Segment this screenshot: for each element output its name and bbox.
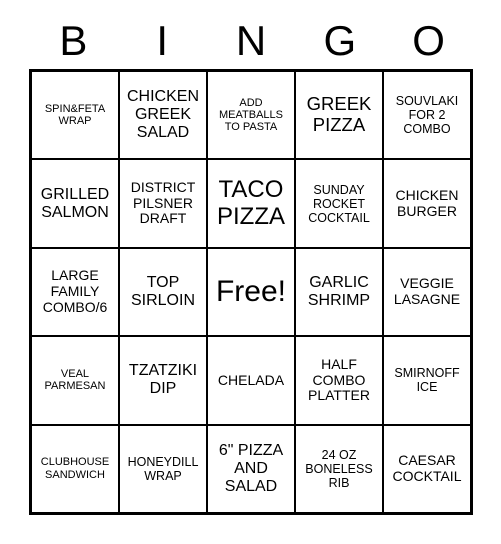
bingo-cell[interactable]: GREEK PIZZA (296, 72, 382, 159)
bingo-cell[interactable]: HALF COMBO PLATTER (296, 337, 382, 424)
bingo-cell[interactable]: GRILLED SALMON (32, 160, 118, 247)
bingo-cell-label: TZATZIKI DIP (128, 362, 198, 398)
header-letter-i: I (156, 17, 169, 64)
bingo-cell-label: CLUBHOUSE SANDWICH (40, 456, 110, 481)
bingo-cell-label: 24 OZ BONELESS RIB (305, 447, 373, 490)
bingo-cell-label: VEGGIE LASAGNE (393, 275, 461, 307)
bingo-cell-label: TOP SIRLOIN (130, 274, 195, 309)
bingo-cell[interactable]: LARGE FAMILY COMBO/6 (32, 248, 118, 336)
bingo-cell[interactable]: HONEYDILL WRAP (120, 425, 206, 512)
bingo-cell[interactable]: CLUBHOUSE SANDWICH (32, 425, 118, 512)
bingo-cell-label: SPIN&FETA WRAP (44, 102, 106, 128)
bingo-cell[interactable]: SPIN&FETA WRAP (32, 72, 118, 159)
bingo-cell-label: DISTRICT PILSNER DRAFT (130, 179, 196, 227)
bingo-cell-label: ADD MEATBALLS TO PASTA (219, 96, 283, 134)
bingo-cell[interactable]: TACO PIZZA (208, 160, 294, 247)
bingo-header: B I N G O (29, 16, 473, 66)
bingo-grid: SPIN&FETA WRAP CHICKEN GREEK SALAD ADD MEA… (29, 69, 473, 515)
bingo-cell[interactable]: SMIRNOFF ICE (384, 337, 470, 424)
bingo-cell[interactable]: 6" PIZZA AND SALAD (208, 425, 294, 512)
bingo-cell[interactable]: CAESAR COCKTAIL (384, 425, 470, 512)
bingo-cell[interactable]: VEGGIE LASAGNE (384, 248, 470, 336)
bingo-cell[interactable]: CHICKEN BURGER (384, 160, 470, 247)
header-letter-n: N (235, 17, 267, 64)
bingo-cell-label: CAESAR COCKTAIL (392, 452, 462, 484)
bingo-cell-label: TACO PIZZA (216, 175, 285, 230)
bingo-cell-label: HONEYDILL WRAP (127, 454, 199, 483)
bingo-cell-label: LARGE FAMILY COMBO/6 (42, 267, 108, 315)
bingo-cell-label: SOUVLAKI FOR 2 COMBO (395, 94, 459, 137)
bingo-cell-label: Free! (215, 275, 287, 309)
bingo-cell-label: GARLIC SHRIMP (307, 274, 371, 309)
header-letter-o: O (412, 17, 445, 64)
bingo-cell[interactable]: VEAL PARMESAN (32, 337, 118, 424)
bingo-cell-label: 6" PIZZA AND SALAD (218, 441, 284, 495)
bingo-cell[interactable]: SOUVLAKI FOR 2 COMBO (384, 72, 470, 159)
bingo-cell-label: VEAL PARMESAN (44, 368, 106, 393)
bingo-cell-label: GREEK PIZZA (306, 93, 372, 136)
bingo-cell-label: HALF COMBO PLATTER (308, 355, 370, 404)
bingo-cell[interactable]: DISTRICT PILSNER DRAFT (120, 160, 206, 247)
bingo-cell-label: CHICKEN BURGER (395, 186, 459, 219)
bingo-cell-free[interactable]: Free! (208, 248, 294, 336)
bingo-cell[interactable]: CHICKEN GREEK SALAD (120, 72, 206, 159)
bingo-cell-label: SMIRNOFF ICE (394, 366, 460, 395)
bingo-cell[interactable]: ADD MEATBALLS TO PASTA (208, 72, 294, 159)
bingo-cell-label: CHELADA (217, 371, 285, 388)
bingo-cell[interactable]: CHELADA (208, 337, 294, 424)
bingo-cell-label: CHICKEN GREEK SALAD (126, 88, 199, 142)
bingo-cell[interactable]: TZATZIKI DIP (120, 337, 206, 424)
bingo-cell[interactable]: SUNDAY ROCKET COCKTAIL (296, 160, 382, 247)
bingo-cell[interactable]: GARLIC SHRIMP (296, 248, 382, 336)
bingo-card: B I N G O SPIN&FETA WRAP CHICKEN GREEK SA… (0, 0, 501, 544)
header-letter-b: B (59, 17, 88, 64)
bingo-cell[interactable]: TOP SIRLOIN (120, 248, 206, 336)
bingo-cell[interactable]: 24 OZ BONELESS RIB (296, 425, 382, 512)
bingo-cell-label: SUNDAY ROCKET COCKTAIL (308, 182, 370, 225)
header-letter-g: G (323, 17, 357, 64)
bingo-cell-label: GRILLED SALMON (40, 185, 110, 221)
